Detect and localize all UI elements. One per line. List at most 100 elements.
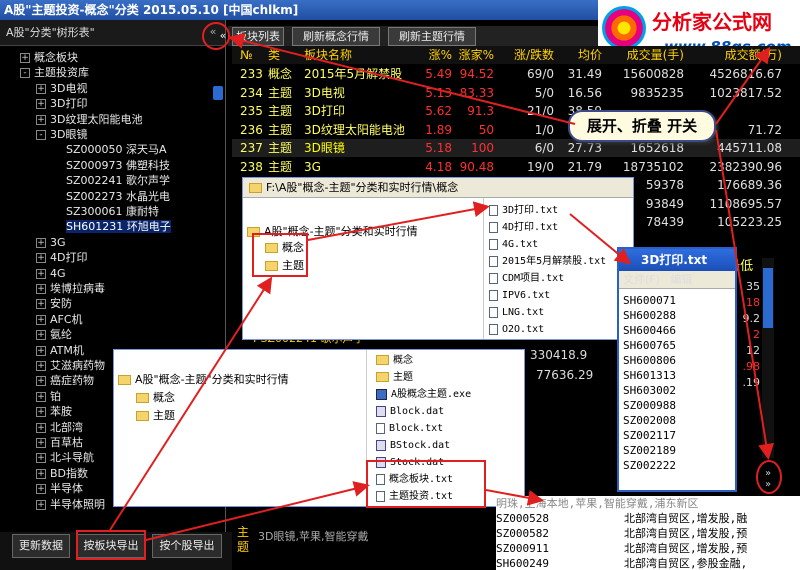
refresh-data-button[interactable]: 更新数据 bbox=[12, 534, 70, 558]
expand-toggle-icon[interactable]: + bbox=[36, 299, 46, 310]
refresh-theme-button[interactable]: 刷新主题行情 bbox=[388, 27, 476, 46]
folder-tree-root[interactable]: A股"概念-主题"分类和实时行情 bbox=[118, 372, 289, 388]
tree-item[interactable]: SZ002241 歌尔声学 bbox=[66, 173, 170, 188]
expand-toggle-icon[interactable]: + bbox=[36, 376, 46, 387]
block-list-button[interactable]: 板块列表 bbox=[232, 27, 284, 46]
expand-toggle-icon[interactable]: + bbox=[36, 253, 46, 264]
tree-item[interactable]: +4D打印 bbox=[36, 250, 87, 265]
table-cell: 6/0 bbox=[534, 141, 554, 155]
tree-item[interactable]: SZ000973 佛塑科技 bbox=[66, 158, 170, 173]
tree-item-label: AFC机 bbox=[50, 312, 83, 326]
file-item[interactable]: Block.dat bbox=[376, 403, 444, 420]
grid-header-cell[interactable]: 成交额(万) bbox=[690, 46, 782, 64]
file-item[interactable]: 2015年5月解禁股.txt bbox=[489, 253, 606, 270]
tree-item[interactable]: + 半导体 bbox=[36, 481, 83, 496]
tree-item[interactable]: + BD指数 bbox=[36, 466, 88, 481]
expand-toggle-icon[interactable]: + bbox=[36, 83, 46, 94]
grid-header-cell[interactable]: 涨/跌数 bbox=[498, 46, 554, 64]
expand-toggle-icon[interactable]: + bbox=[36, 422, 46, 433]
expand-toggle-icon[interactable]: + bbox=[20, 53, 30, 63]
detail-scrollbar[interactable] bbox=[762, 258, 774, 458]
expand-toggle-icon[interactable]: + bbox=[36, 499, 46, 510]
tree-item[interactable]: -3D眼镜 bbox=[36, 127, 87, 142]
tree-item[interactable]: + AFC机 bbox=[36, 312, 83, 327]
address-bar[interactable]: F:\A股"概念-主题"分类和实时行情\概念 bbox=[243, 178, 633, 198]
expand-toggle-icon[interactable]: + bbox=[36, 268, 46, 279]
grid-header-cell[interactable]: 成交量(手) bbox=[610, 46, 684, 64]
tree-item[interactable]: + 苯胺 bbox=[36, 404, 72, 419]
grid-header-cell[interactable]: 板块名称 bbox=[304, 46, 416, 64]
expand-toggle-icon[interactable]: + bbox=[36, 361, 46, 371]
tree-item[interactable]: +3D打印 bbox=[36, 96, 87, 111]
file-item[interactable]: 主题 bbox=[376, 369, 413, 386]
file-item[interactable]: O2O.txt bbox=[489, 321, 544, 338]
theme-file-content[interactable]: 明珠,上海本地,苹果,智能穿戴,浦东新区 SZ000528 北部湾自贸区,增发股,… bbox=[496, 496, 800, 570]
grid-header-cell[interactable]: 涨% bbox=[422, 46, 452, 64]
notepad-content[interactable]: SH600071 SH600288 SH600466 SH600765 SH600806… bbox=[623, 293, 676, 473]
file-item[interactable]: A股概念主题.exe bbox=[376, 386, 471, 403]
file-item[interactable]: IPV6.txt bbox=[489, 287, 550, 304]
menu-edit[interactable]: 编辑 bbox=[670, 273, 692, 286]
tree-item[interactable]: + 概念板块 bbox=[20, 50, 78, 65]
tree-item[interactable]: + 埃博拉病毒 bbox=[36, 281, 105, 296]
table-cell: 1023817.52 bbox=[709, 85, 782, 100]
tree-item[interactable]: + ATM机 bbox=[36, 343, 84, 358]
file-item[interactable]: Block.txt bbox=[376, 420, 443, 437]
tree-item[interactable]: +3D纹理太阳能电池 bbox=[36, 112, 142, 127]
tree-item[interactable]: + 半导体照明 bbox=[36, 497, 105, 512]
txt-file-icon bbox=[489, 221, 498, 233]
grid-header-cell[interactable]: 类 bbox=[268, 46, 302, 64]
tree-item[interactable]: + 北部湾 bbox=[36, 420, 83, 435]
tree-scrollbar[interactable] bbox=[213, 86, 223, 100]
tree-item[interactable]: + 百草枯 bbox=[36, 435, 83, 450]
folder-tree-theme[interactable]: 主题 bbox=[136, 408, 175, 424]
file-item[interactable]: LNG.txt bbox=[489, 304, 544, 321]
file-item[interactable]: CDM项目.txt bbox=[489, 270, 564, 287]
expand-toggle-icon[interactable]: + bbox=[36, 345, 46, 356]
tree-item[interactable]: +3D电视 bbox=[36, 81, 87, 96]
tree-item[interactable]: + 安防 bbox=[36, 296, 72, 311]
table-cell: 21.79 bbox=[567, 159, 602, 174]
file-item[interactable]: 4G.txt bbox=[489, 236, 538, 253]
expand-toggle-icon[interactable]: + bbox=[36, 237, 46, 248]
file-name: A股概念主题.exe bbox=[391, 389, 472, 400]
tree-item[interactable]: + 艾滋病药物 bbox=[36, 358, 105, 373]
expand-toggle-icon[interactable]: + bbox=[36, 453, 46, 464]
expand-toggle-icon[interactable]: + bbox=[36, 438, 46, 448]
expand-toggle-icon[interactable]: - bbox=[36, 130, 46, 140]
tree-item[interactable]: + 北斗导航 bbox=[36, 450, 94, 465]
expand-toggle-icon[interactable]: + bbox=[36, 391, 46, 402]
expand-toggle-icon[interactable]: + bbox=[36, 114, 46, 125]
scroll-thumb[interactable] bbox=[763, 268, 773, 328]
grid-header-cell[interactable]: № bbox=[240, 46, 266, 64]
expand-toggle-icon[interactable]: + bbox=[36, 484, 46, 495]
tree-item[interactable]: +3G bbox=[36, 235, 66, 250]
tree-item[interactable]: SZ000050 深天马A bbox=[66, 142, 167, 157]
expand-toggle-icon[interactable]: + bbox=[36, 99, 46, 110]
grid-header-cell[interactable]: 涨家% bbox=[454, 46, 494, 64]
tree-item[interactable]: +4G bbox=[36, 266, 66, 281]
file-item[interactable]: 概念 bbox=[376, 352, 413, 369]
export-by-stock-button[interactable]: 按个股导出 bbox=[152, 534, 222, 558]
expand-toggle-icon[interactable]: + bbox=[36, 330, 46, 341]
grid-header-cell[interactable]: 均价 bbox=[562, 46, 602, 64]
file-item[interactable]: 3D打印.txt bbox=[489, 202, 558, 219]
expand-toggle-icon[interactable]: - bbox=[20, 68, 30, 79]
tree-item[interactable]: - 主题投资库 bbox=[20, 65, 89, 80]
tree-item[interactable]: SZ002273 水晶光电 bbox=[66, 189, 170, 204]
file-item[interactable]: BStock.dat bbox=[376, 437, 450, 454]
tree-item[interactable]: + 癌症药物 bbox=[36, 373, 94, 388]
expand-toggle-icon[interactable]: + bbox=[36, 468, 46, 479]
folder-tree-concept[interactable]: 概念 bbox=[136, 390, 175, 406]
tree-item[interactable]: + 铂 bbox=[36, 389, 61, 404]
refresh-concept-button[interactable]: 刷新概念行情 bbox=[292, 27, 380, 46]
tree-item[interactable]: SZ300061 康耐特 bbox=[66, 204, 159, 219]
menu-file[interactable]: 文件(F) bbox=[623, 273, 660, 286]
tree-item-label: 3D纹理太阳能电池 bbox=[50, 112, 143, 126]
file-item[interactable]: 4D打印.txt bbox=[489, 219, 558, 236]
tree-item[interactable]: + 氨纶 bbox=[36, 327, 72, 342]
expand-toggle-icon[interactable]: + bbox=[36, 284, 46, 294]
tree-item[interactable]: SH601231 环旭电子 bbox=[66, 219, 171, 234]
expand-toggle-icon[interactable]: + bbox=[36, 314, 46, 325]
expand-toggle-icon[interactable]: + bbox=[36, 407, 46, 418]
